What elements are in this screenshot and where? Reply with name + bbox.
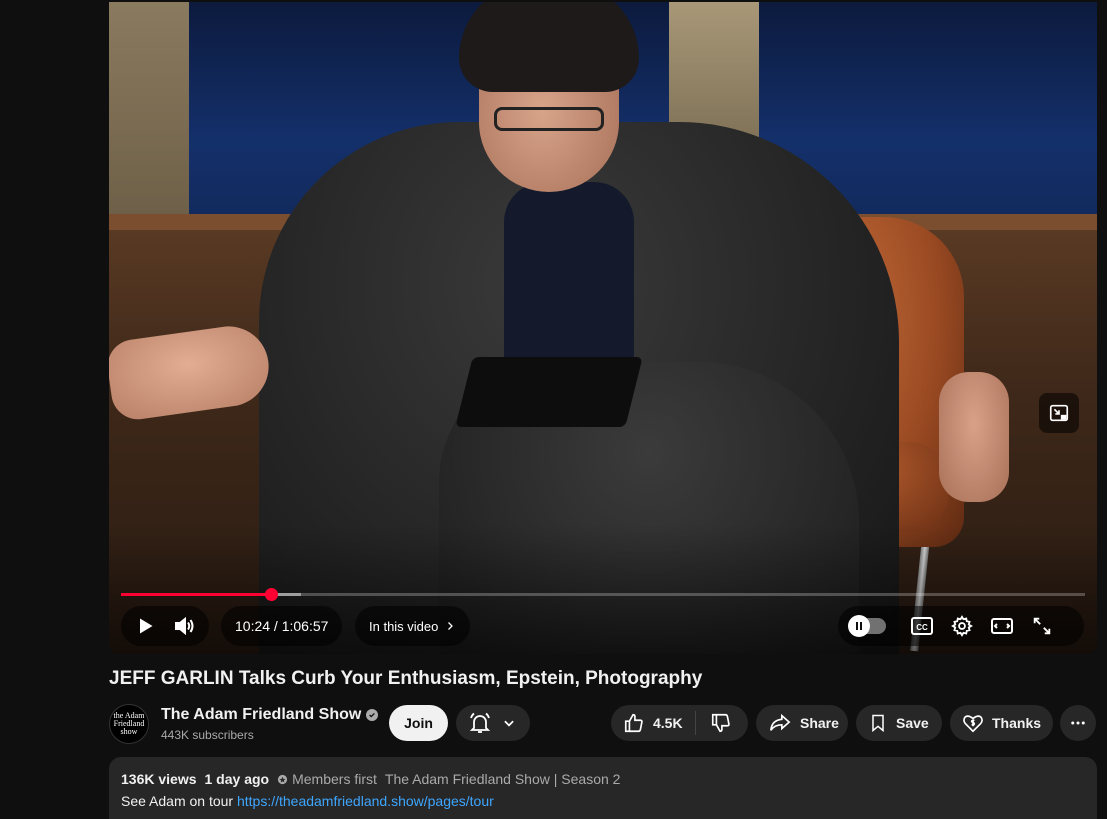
chapters-label: In this video bbox=[369, 618, 439, 634]
verified-icon bbox=[366, 709, 379, 721]
channel-name-link[interactable]: The Adam Friedland Show bbox=[161, 706, 379, 724]
members-first-label: Members first bbox=[292, 771, 377, 787]
thumbs-up-icon bbox=[624, 713, 643, 733]
video-scene-shirt bbox=[504, 182, 634, 382]
left-margin bbox=[0, 0, 109, 819]
time-current: 10:24 bbox=[235, 618, 271, 634]
description-box[interactable]: 136K views 1 day ago Members first The A… bbox=[109, 757, 1097, 819]
thanks-button[interactable]: Thanks bbox=[950, 705, 1053, 741]
save-button[interactable]: Save bbox=[856, 705, 942, 741]
fullscreen-icon bbox=[1033, 617, 1051, 635]
autoplay-toggle[interactable] bbox=[848, 615, 886, 637]
join-button[interactable]: Join bbox=[389, 705, 448, 741]
time-separator: / bbox=[270, 618, 282, 634]
subscribed-notifications-button[interactable] bbox=[456, 705, 530, 741]
channel-row: the Adam Friedland show The Adam Friedla… bbox=[109, 704, 1097, 744]
video-scene-tablet bbox=[455, 357, 643, 427]
pause-icon bbox=[856, 622, 862, 630]
upload-date: 1 day ago bbox=[204, 771, 270, 787]
members-icon bbox=[278, 774, 288, 784]
captions-label: CC bbox=[916, 623, 928, 632]
chapters-button[interactable]: In this video bbox=[355, 606, 471, 646]
thanks-label: Thanks bbox=[992, 715, 1042, 731]
time-total: 1:06:57 bbox=[281, 618, 329, 634]
fullscreen-button[interactable] bbox=[1022, 606, 1062, 646]
progress-bar[interactable] bbox=[121, 588, 1085, 601]
bookmark-icon bbox=[872, 714, 884, 733]
player-controls: 10:24 / 1:06:57 In this video CC bbox=[109, 606, 1097, 650]
captions-icon: CC bbox=[911, 617, 933, 635]
gear-icon bbox=[951, 615, 973, 637]
video-scene-hair bbox=[459, 2, 639, 92]
channel-name: The Adam Friedland Show bbox=[161, 706, 362, 723]
chevron-down-icon bbox=[504, 720, 514, 727]
theater-icon bbox=[991, 618, 1013, 634]
video-scene-panel bbox=[109, 2, 189, 217]
more-actions-button[interactable] bbox=[1060, 705, 1096, 741]
video-title: JEFF GARLIN Talks Curb Your Enthusiasm, … bbox=[109, 668, 703, 689]
captions-button[interactable]: CC bbox=[902, 606, 942, 646]
video-player[interactable]: 10:24 / 1:06:57 In this video CC bbox=[109, 2, 1097, 654]
like-dislike-group: 4.5K bbox=[611, 705, 748, 741]
channel-avatar[interactable]: the Adam Friedland show bbox=[109, 704, 149, 744]
like-button[interactable]: 4.5K bbox=[611, 705, 695, 741]
play-volume-group bbox=[121, 606, 209, 646]
thanks-heart-icon bbox=[963, 715, 983, 733]
video-scene-hand bbox=[939, 372, 1009, 502]
like-count: 4.5K bbox=[653, 715, 683, 731]
playlist-tag[interactable]: The Adam Friedland Show | Season 2 bbox=[385, 771, 621, 787]
play-icon bbox=[140, 618, 153, 634]
description-meta: 136K views 1 day ago Members first The A… bbox=[121, 771, 1085, 787]
share-button[interactable]: Share bbox=[756, 705, 848, 741]
dislike-button[interactable] bbox=[696, 705, 746, 741]
share-label: Share bbox=[800, 715, 839, 731]
settings-button[interactable] bbox=[942, 606, 982, 646]
chevron-right-icon bbox=[448, 622, 454, 630]
description-prefix: See Adam on tour bbox=[121, 793, 237, 809]
tour-link[interactable]: https://theadamfriedland.show/pages/tour bbox=[237, 793, 494, 809]
volume-button[interactable] bbox=[165, 606, 205, 646]
miniplayer-icon bbox=[1049, 404, 1069, 422]
thumbs-down-icon bbox=[711, 713, 730, 733]
theater-mode-button[interactable] bbox=[982, 606, 1022, 646]
right-controls-group: CC bbox=[838, 606, 1084, 646]
video-scene-glasses bbox=[494, 107, 604, 131]
volume-icon bbox=[175, 616, 194, 636]
share-icon bbox=[770, 713, 791, 731]
video-frame[interactable] bbox=[109, 2, 1097, 654]
play-button[interactable] bbox=[125, 606, 165, 646]
progress-played bbox=[121, 593, 272, 596]
time-display: 10:24 / 1:06:57 bbox=[221, 606, 343, 646]
more-horizontal-icon bbox=[1071, 721, 1085, 725]
bell-icon bbox=[469, 712, 491, 733]
view-count: 136K views bbox=[121, 771, 197, 787]
description-text: See Adam on tour https://theadamfriedlan… bbox=[121, 793, 1085, 809]
subscriber-count: 443K subscribers bbox=[161, 728, 254, 742]
save-label: Save bbox=[896, 715, 929, 731]
miniplayer-button[interactable] bbox=[1039, 393, 1079, 433]
